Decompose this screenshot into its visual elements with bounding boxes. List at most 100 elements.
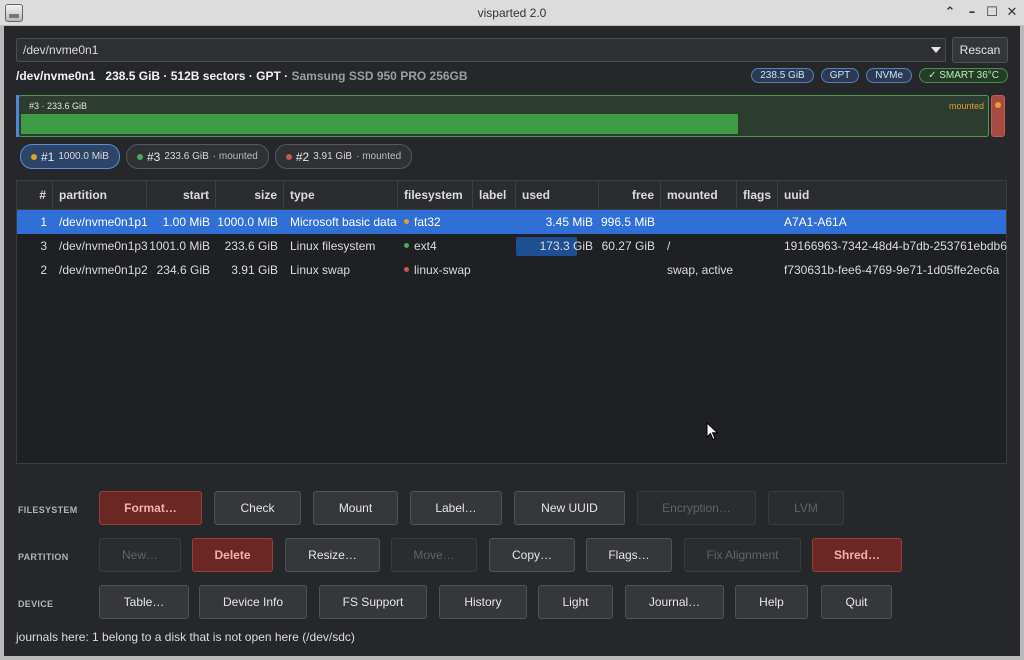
chevron-up-icon[interactable]: ⌃ (940, 3, 960, 23)
device-summary: 238.5 GiB · 512B sectors · GPT · (105, 69, 289, 83)
new-partition-button[interactable]: New… (99, 538, 181, 572)
minimize-icon[interactable]: – (962, 3, 982, 23)
lvm-button[interactable]: LVM (768, 491, 844, 525)
cell-filesystem: ext4 (398, 234, 473, 258)
move-button[interactable]: Move… (391, 538, 477, 572)
device-path: /dev/nvme0n1 (16, 69, 96, 83)
col-partition[interactable]: partition (53, 181, 147, 210)
chip-partition-3[interactable]: #3 233.6 GiB · mounted (125, 144, 269, 169)
cell-flags (737, 210, 778, 234)
cell-uuid: A7A1-A61A (784, 215, 847, 229)
fs-name: ext4 (414, 239, 437, 253)
close-icon[interactable]: ✕ (1002, 3, 1022, 23)
cell-label (473, 234, 516, 258)
col-start[interactable]: start (147, 181, 216, 210)
chip-size: 3.91 GiB (313, 151, 353, 162)
journal-button[interactable]: Journal… (625, 585, 724, 619)
chip-mounted: · mounted (356, 151, 402, 162)
disk-map-segment-2[interactable] (991, 95, 1005, 137)
table-button[interactable]: Table… (99, 585, 189, 619)
cell-free: 60.27 GiB (601, 239, 655, 253)
cell-num: 2 (40, 263, 47, 277)
disk-map-segment-1[interactable] (16, 95, 19, 137)
cell-mounted: swap, active (667, 263, 734, 277)
partition-table: # partition start size type filesystem l… (16, 180, 1007, 464)
cell-mounted (661, 210, 737, 234)
fs-support-button[interactable]: FS Support (319, 585, 427, 619)
cell-label (473, 210, 516, 234)
cell-size: 1000.0 MiB (217, 215, 278, 229)
chip-mounted: · mounted (212, 151, 258, 162)
cell-size: 3.91 GiB (231, 263, 278, 277)
window-title: visparted 2.0 (477, 6, 547, 20)
rescan-button[interactable]: Rescan (952, 37, 1008, 63)
fs-name: linux-swap (414, 263, 471, 277)
flags-button[interactable]: Flags… (586, 538, 672, 572)
cell-label (473, 258, 516, 282)
col-type[interactable]: type (284, 181, 398, 210)
segment-used-fill (21, 114, 739, 134)
col-mounted[interactable]: mounted (661, 181, 737, 210)
quit-button[interactable]: Quit (821, 585, 892, 619)
col-flags[interactable]: flags (737, 181, 778, 210)
cell-mounted: / (667, 239, 671, 253)
fs-color-dot-icon (404, 219, 409, 225)
col-num[interactable]: # (17, 181, 53, 210)
table-type-badge: GPT (820, 68, 860, 83)
table-row[interactable]: 1 /dev/nvme0n1p1 1.00 MiB 1000.0 MiB Mic… (17, 210, 1006, 234)
cell-num: 3 (40, 239, 47, 253)
smart-badge: ✓ SMART 36°C (919, 68, 1008, 83)
used-value: 3.45 MiB (545, 215, 593, 229)
help-button[interactable]: Help (735, 585, 808, 619)
table-row[interactable]: 3 /dev/nvme0n1p3 1001.0 MiB 233.6 GiB Li… (17, 234, 1007, 258)
cell-partition: /dev/nvme0n1p1 (59, 215, 147, 229)
label-button[interactable]: Label… (410, 491, 502, 525)
cell-start: 1001.0 MiB (149, 239, 210, 253)
mount-button[interactable]: Mount (313, 491, 398, 525)
col-size[interactable]: size (216, 181, 284, 210)
col-free[interactable]: free (599, 181, 661, 210)
device-info-line: /dev/nvme0n1 238.5 GiB · 512B sectors · … (16, 69, 468, 83)
cell-partition: /dev/nvme0n1p3 (59, 239, 147, 253)
partition-group-label: PARTITION (18, 552, 69, 562)
encryption-button[interactable]: Encryption… (637, 491, 756, 525)
maximize-icon[interactable]: ☐ (982, 3, 1002, 23)
table-row[interactable]: 2 /dev/nvme0n1p2 234.6 GiB 3.91 GiB Linu… (17, 258, 1006, 282)
cell-filesystem: linux-swap (398, 258, 473, 282)
copy-button[interactable]: Copy… (489, 538, 575, 572)
table-header: # partition start size type filesystem l… (17, 181, 1006, 210)
fs-color-dot-icon (404, 243, 409, 249)
partition-chips: #1 1000.0 MiB #3 233.6 GiB · mounted #2 … (20, 144, 413, 169)
light-button[interactable]: Light (538, 585, 613, 619)
fs-name: fat32 (414, 215, 441, 229)
new-uuid-button[interactable]: New UUID (514, 491, 625, 525)
main-window: /dev/nvme0n1 Rescan /dev/nvme0n1 238.5 G… (4, 26, 1020, 656)
check-button[interactable]: Check (214, 491, 301, 525)
chevron-down-icon[interactable] (931, 47, 941, 53)
col-label[interactable]: label (473, 181, 516, 210)
chip-partition-1[interactable]: #1 1000.0 MiB (20, 144, 120, 169)
fs-color-dot-icon (31, 153, 37, 160)
fs-color-dot-icon (404, 267, 409, 273)
cell-type: Microsoft basic data (290, 215, 397, 229)
cell-flags (737, 234, 778, 258)
chip-name: #3 (146, 149, 161, 164)
device-group-label: DEVICE (18, 599, 54, 609)
device-select[interactable]: /dev/nvme0n1 (16, 38, 946, 62)
size-badge: 238.5 GiB (751, 68, 814, 83)
device-info-button[interactable]: Device Info (199, 585, 307, 619)
disk-map-segment-3[interactable]: #3 · 233.6 GiB mounted (18, 95, 989, 137)
col-filesystem[interactable]: filesystem (398, 181, 473, 210)
history-button[interactable]: History (439, 585, 527, 619)
filesystem-group-label: FILESYSTEM (18, 505, 78, 515)
cell-type: Linux swap (290, 263, 351, 277)
format-button[interactable]: Format… (99, 491, 202, 525)
col-used[interactable]: used (516, 181, 599, 210)
shred-button[interactable]: Shred… (812, 538, 902, 572)
chip-partition-2[interactable]: #2 3.91 GiB · mounted (274, 144, 413, 169)
delete-button[interactable]: Delete (192, 538, 273, 572)
fix-alignment-button[interactable]: Fix Alignment (684, 538, 801, 572)
resize-button[interactable]: Resize… (285, 538, 380, 572)
col-uuid[interactable]: uuid (778, 181, 1007, 210)
device-badges: 238.5 GiB GPT NVMe ✓ SMART 36°C (751, 68, 1008, 83)
